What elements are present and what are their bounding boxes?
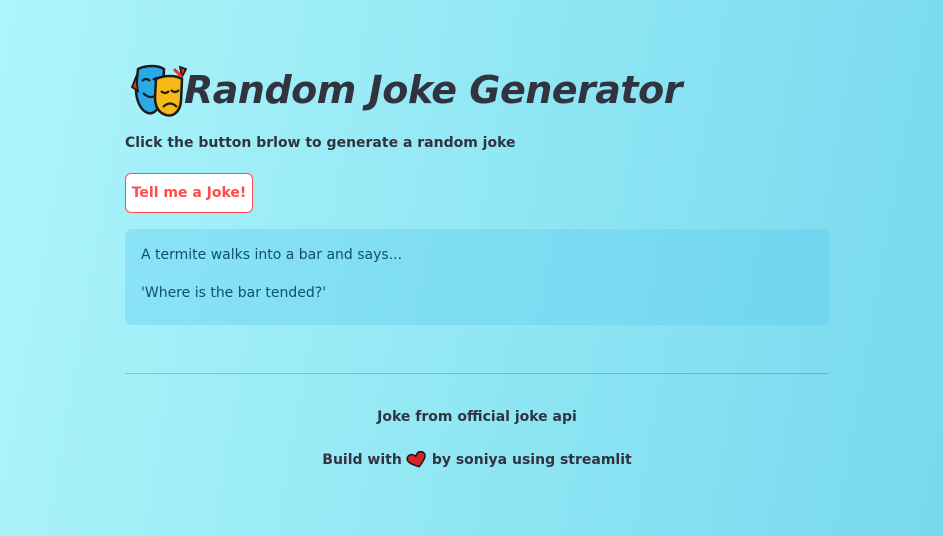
page-title: Random Joke Generator <box>184 68 682 112</box>
divider <box>125 373 829 374</box>
page-subtitle: Click the button brlow to generate a ran… <box>125 135 516 151</box>
heart-icon <box>406 450 428 469</box>
credit-prefix: Build with <box>322 452 402 468</box>
joke-punchline: 'Where is the bar tended?' <box>141 285 327 301</box>
footer-source: Joke from official joke api <box>377 409 577 425</box>
joke-setup: A termite walks into a bar and says... <box>141 247 403 263</box>
footer-credit: Build with by soniya using streamlit <box>125 450 829 469</box>
app-page: Random Joke Generator Click the button b… <box>0 0 943 536</box>
title-row: Random Joke Generator <box>130 60 682 120</box>
joke-info-box: A termite walks into a bar and says... '… <box>125 229 829 325</box>
credit-suffix: by soniya using streamlit <box>431 452 632 468</box>
performing-arts-masks-icon <box>130 63 188 117</box>
tell-joke-button[interactable]: Tell me a Joke! <box>125 173 253 213</box>
